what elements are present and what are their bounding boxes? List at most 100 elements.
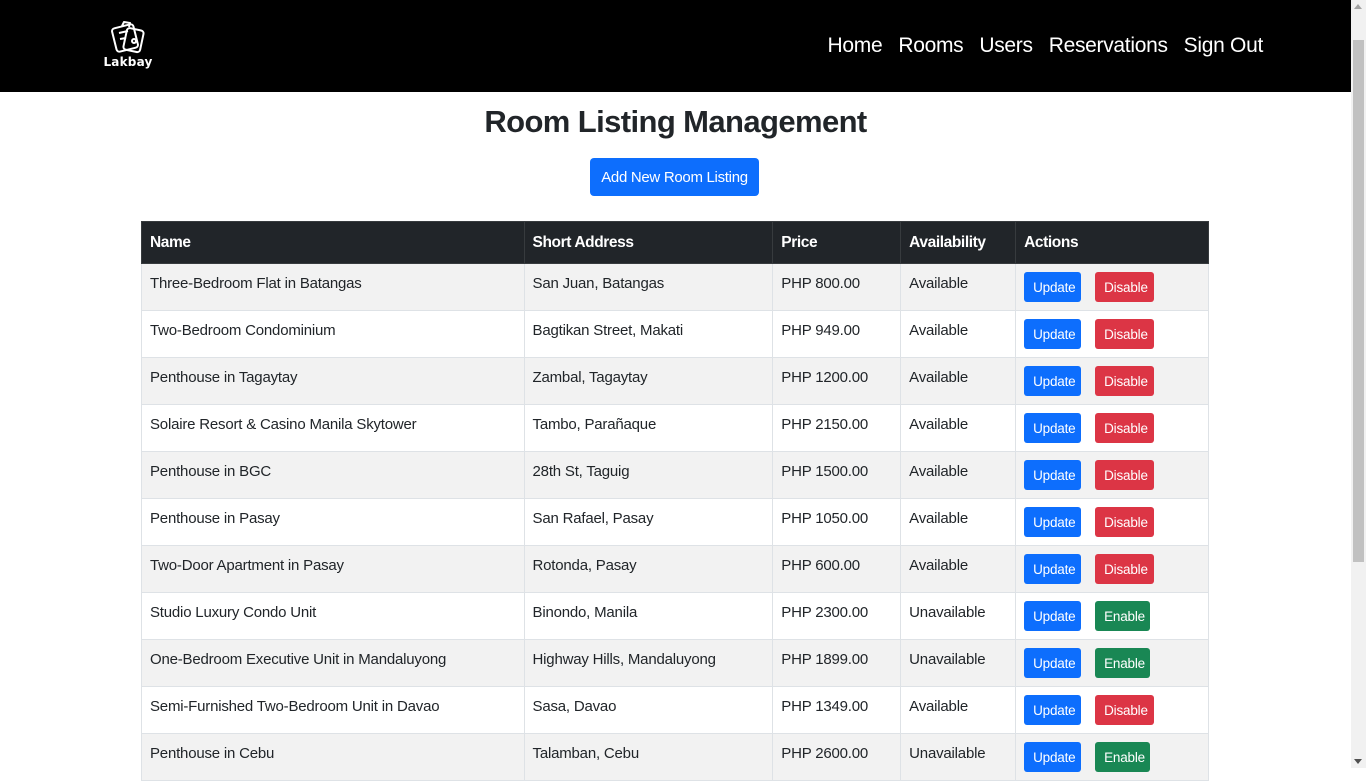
- cell-price: PHP 2600.00: [772, 733, 902, 781]
- enable-button[interactable]: Enable: [1095, 601, 1151, 631]
- enable-button[interactable]: Enable: [1095, 648, 1151, 678]
- cell-availability: Available: [900, 451, 1017, 499]
- cell-name: Two-Bedroom Condominium: [141, 310, 525, 358]
- cell-price: PHP 2150.00: [772, 404, 902, 452]
- cell-actions: Update Disable: [1015, 498, 1209, 546]
- cell-price: PHP 1200.00: [772, 357, 902, 405]
- cell-availability: Available: [900, 686, 1017, 734]
- disable-button[interactable]: Disable: [1095, 413, 1155, 443]
- disable-button[interactable]: Disable: [1095, 272, 1155, 302]
- column-header-name: Name: [141, 221, 525, 264]
- column-header-actions: Actions: [1015, 221, 1209, 264]
- nav-links: Home Rooms Users Reservations Sign Out: [828, 33, 1264, 59]
- table-body: Three-Bedroom Flat in Batangas San Juan, …: [141, 263, 1209, 781]
- room-listings-table: Name Short Address Price Availability Ac…: [141, 221, 1209, 781]
- cell-actions: Update Disable: [1015, 404, 1209, 452]
- cell-price: PHP 2300.00: [772, 592, 902, 640]
- table-row: Solaire Resort & Casino Manila Skytower T…: [141, 404, 1209, 452]
- update-button[interactable]: Update: [1024, 366, 1082, 396]
- table-header: Name Short Address Price Availability Ac…: [141, 221, 1209, 264]
- nav-link-sign-out[interactable]: Sign Out: [1184, 33, 1264, 59]
- cell-price: PHP 1899.00: [772, 639, 902, 687]
- cell-actions: Update Disable: [1015, 357, 1209, 405]
- disable-button[interactable]: Disable: [1095, 695, 1155, 725]
- table-row: Semi-Furnished Two-Bedroom Unit in Davao…: [141, 686, 1209, 734]
- page-title: Room Listing Management: [484, 104, 867, 139]
- cell-short-address: Talamban, Cebu: [523, 733, 774, 781]
- table-row: Penthouse in Tagaytay Zambal, Tagaytay PHP…: [141, 357, 1209, 405]
- column-header-price: Price: [772, 221, 902, 264]
- scroll-up-arrow-icon[interactable]: [1354, 4, 1362, 9]
- cell-availability: Unavailable: [900, 639, 1017, 687]
- cell-name: Penthouse in Cebu: [141, 733, 525, 781]
- cell-availability: Unavailable: [900, 592, 1017, 640]
- table-row: Studio Luxury Condo Unit Binondo, Manila P…: [141, 592, 1209, 640]
- cell-actions: Update Enable: [1015, 639, 1209, 687]
- update-button[interactable]: Update: [1024, 460, 1082, 490]
- cell-short-address: San Rafael, Pasay: [523, 498, 774, 546]
- cell-actions: Update Disable: [1015, 451, 1209, 499]
- table-row: Two-Bedroom Condominium Bagtikan Street, …: [141, 310, 1209, 358]
- cell-name: Penthouse in Tagaytay: [141, 357, 525, 405]
- cell-price: PHP 1500.00: [772, 451, 902, 499]
- table-row: Two-Door Apartment in Pasay Rotonda, Pasa…: [141, 545, 1209, 593]
- update-button[interactable]: Update: [1024, 319, 1082, 349]
- nav-link-users[interactable]: Users: [979, 33, 1033, 59]
- cell-name: Penthouse in BGC: [141, 451, 525, 499]
- cell-name: Solaire Resort & Casino Manila Skytower: [141, 404, 525, 452]
- cell-availability: Available: [900, 545, 1017, 593]
- cell-actions: Update Disable: [1015, 310, 1209, 358]
- table-row: Penthouse in Pasay San Rafael, Pasay PHP 1…: [141, 498, 1209, 546]
- table-row: Penthouse in Cebu Talamban, Cebu PHP 2600.…: [141, 733, 1209, 781]
- disable-button[interactable]: Disable: [1095, 319, 1155, 349]
- cell-price: PHP 1050.00: [772, 498, 902, 546]
- cell-name: Two-Door Apartment in Pasay: [141, 545, 525, 593]
- cell-short-address: Rotonda, Pasay: [523, 545, 774, 593]
- cell-short-address: Highway Hills, Mandaluyong: [523, 639, 774, 687]
- scroll-down-arrow-icon[interactable]: [1354, 759, 1362, 764]
- brand-logo[interactable]: Lakbay: [102, 20, 154, 70]
- cell-actions: Update Disable: [1015, 263, 1209, 311]
- column-header-availability: Availability: [900, 221, 1017, 264]
- nav-link-home[interactable]: Home: [828, 33, 883, 59]
- cell-availability: Available: [900, 310, 1017, 358]
- update-button[interactable]: Update: [1024, 601, 1082, 631]
- cell-short-address: Bagtikan Street, Makati: [523, 310, 774, 358]
- cell-short-address: San Juan, Batangas: [523, 263, 774, 311]
- cell-name: Penthouse in Pasay: [141, 498, 525, 546]
- add-room-listing-button[interactable]: Add New Room Listing: [590, 158, 759, 196]
- scrollbar-thumb[interactable]: [1353, 40, 1364, 562]
- cell-price: PHP 949.00: [772, 310, 902, 358]
- cell-availability: Available: [900, 404, 1017, 452]
- update-button[interactable]: Update: [1024, 413, 1082, 443]
- cell-actions: Update Disable: [1015, 686, 1209, 734]
- disable-button[interactable]: Disable: [1095, 507, 1155, 537]
- cell-name: Studio Luxury Condo Unit: [141, 592, 525, 640]
- cell-availability: Available: [900, 263, 1017, 311]
- update-button[interactable]: Update: [1024, 272, 1082, 302]
- column-header-short-address: Short Address: [523, 221, 774, 264]
- disable-button[interactable]: Disable: [1095, 460, 1155, 490]
- cell-price: PHP 1349.00: [772, 686, 902, 734]
- update-button[interactable]: Update: [1024, 507, 1082, 537]
- disable-button[interactable]: Disable: [1095, 366, 1155, 396]
- vertical-scrollbar[interactable]: [1351, 0, 1366, 768]
- disable-button[interactable]: Disable: [1095, 554, 1155, 584]
- nav-link-rooms[interactable]: Rooms: [898, 33, 963, 59]
- cell-availability: Available: [900, 498, 1017, 546]
- cell-price: PHP 800.00: [772, 263, 902, 311]
- cell-short-address: 28th St, Taguig: [523, 451, 774, 499]
- cell-availability: Available: [900, 357, 1017, 405]
- cell-short-address: Binondo, Manila: [523, 592, 774, 640]
- update-button[interactable]: Update: [1024, 554, 1082, 584]
- cell-actions: Update Enable: [1015, 733, 1209, 781]
- cell-name: Semi-Furnished Two-Bedroom Unit in Davao: [141, 686, 525, 734]
- cell-actions: Update Disable: [1015, 545, 1209, 593]
- cell-short-address: Zambal, Tagaytay: [523, 357, 774, 405]
- update-button[interactable]: Update: [1024, 695, 1082, 725]
- nav-link-reservations[interactable]: Reservations: [1049, 33, 1168, 59]
- update-button[interactable]: Update: [1024, 648, 1082, 678]
- cell-actions: Update Enable: [1015, 592, 1209, 640]
- brand-name: Lakbay: [103, 55, 153, 69]
- cell-name: One-Bedroom Executive Unit in Mandaluyon…: [141, 639, 525, 687]
